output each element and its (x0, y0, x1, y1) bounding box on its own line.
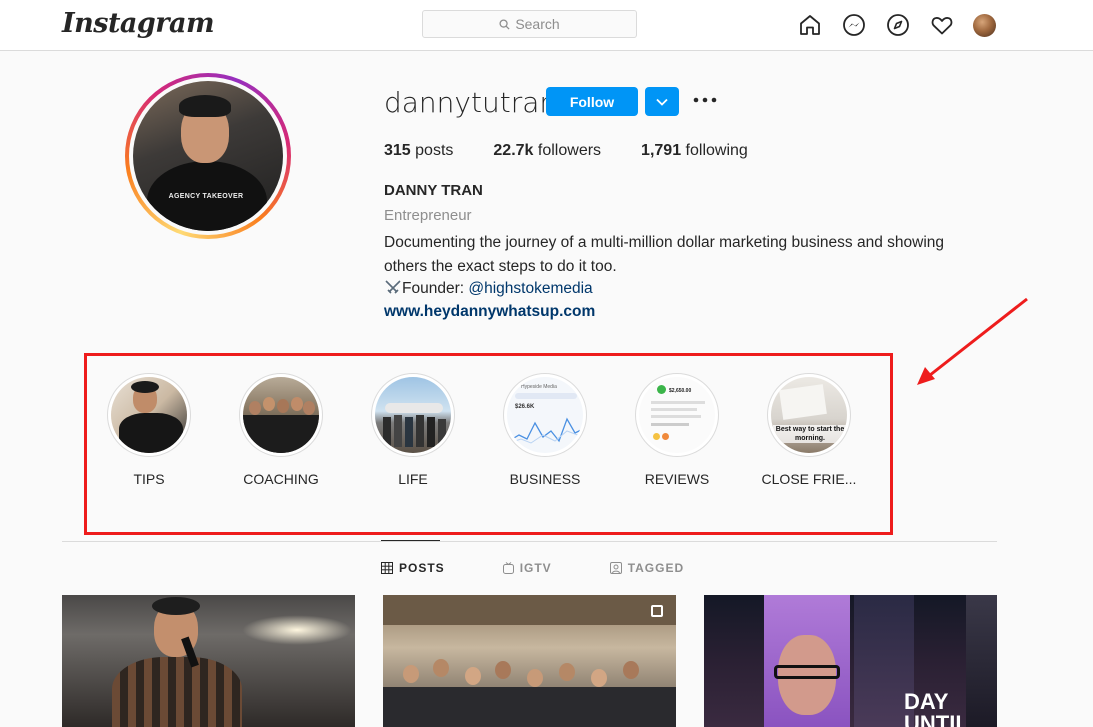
highlight-coaching[interactable]: COACHING (231, 373, 331, 487)
grid-icon (381, 562, 393, 574)
highlight-label: BUSINESS (509, 471, 581, 487)
avatar-shirt-text: AGENCY TAKEOVER (168, 193, 244, 200)
founder-mention-link[interactable]: @highstokemedia (468, 280, 592, 297)
post-overlay-text: DAY UNTIL (904, 689, 969, 727)
profile-username: dannytutran (384, 86, 558, 119)
heart-icon[interactable] (929, 12, 955, 38)
highlight-label: CLOSE FRIE... (761, 471, 857, 487)
profile-picture[interactable]: AGENCY TAKEOVER (125, 73, 291, 239)
profile-avatar[interactable] (973, 13, 996, 37)
post-thumbnail[interactable] (383, 595, 676, 727)
posts-stat: 315 posts (384, 142, 454, 159)
multiple-photos-icon (651, 605, 663, 617)
suggested-dropdown-button[interactable] (645, 87, 679, 116)
igtv-icon (502, 562, 514, 574)
post-thumbnail[interactable] (62, 595, 355, 727)
more-icon (693, 97, 717, 103)
tabs-divider (62, 541, 997, 542)
tab-igtv[interactable]: IGTV (502, 561, 552, 575)
bio-founder-line: Founder: @highstokemedia (384, 279, 593, 298)
close-friends-thumb-caption: Best way to start the morning. (773, 425, 847, 443)
top-nav: Instagram Search (0, 0, 1093, 51)
following-stat[interactable]: 1,791 following (641, 142, 748, 160)
instagram-logo[interactable]: Instagram (62, 8, 215, 39)
home-icon[interactable] (797, 12, 823, 38)
chevron-down-icon (656, 98, 668, 106)
profile-full-name: DANNY TRAN (384, 182, 483, 199)
tab-posts[interactable]: POSTS (381, 561, 445, 575)
follow-button[interactable]: Follow (546, 87, 638, 116)
highlight-label: TIPS (133, 471, 165, 487)
highlight-tips[interactable]: TIPS (99, 373, 199, 487)
explore-icon[interactable] (885, 12, 911, 38)
profile-category: Entrepreneur (384, 207, 472, 224)
highlight-label: REVIEWS (644, 471, 710, 487)
search-input[interactable]: Search (422, 10, 637, 38)
profile-stats: 315 posts 22.7k followers 1,791 followin… (384, 142, 788, 160)
messenger-icon[interactable] (841, 12, 867, 38)
search-icon (499, 18, 510, 30)
highlight-close-friends[interactable]: Best way to start the morning. CLOSE FRI… (759, 373, 859, 487)
highlight-label: LIFE (398, 471, 428, 487)
website-link[interactable]: www.heydannywhatsup.com (384, 303, 595, 321)
highlight-life[interactable]: LIFE (363, 373, 463, 487)
tab-tagged[interactable]: TAGGED (609, 561, 684, 575)
search-placeholder: Search (515, 16, 560, 32)
swords-icon (385, 280, 401, 294)
highlight-label: COACHING (243, 471, 319, 487)
highlight-business[interactable]: Hypeside Media $26.6K BUSINESS (495, 373, 595, 487)
business-thumb-value: $26.6K (515, 404, 535, 410)
highlight-reviews[interactable]: $2,650.00 REVIEWS (627, 373, 727, 487)
annotation-arrow (917, 297, 1028, 385)
profile-tabs: POSTS IGTV TAGGED (381, 561, 742, 575)
more-options-button[interactable] (692, 90, 718, 110)
profile-bio: Documenting the journey of a multi-milli… (384, 234, 945, 275)
tagged-icon (609, 562, 622, 574)
active-tab-indicator (381, 540, 440, 541)
followers-stat[interactable]: 22.7k followers (493, 142, 601, 160)
reviews-thumb-amount: $2,650.00 (669, 388, 692, 394)
business-thumb-title: Hypeside Media (521, 384, 557, 390)
post-thumbnail[interactable]: DAY UNTIL (704, 595, 997, 727)
